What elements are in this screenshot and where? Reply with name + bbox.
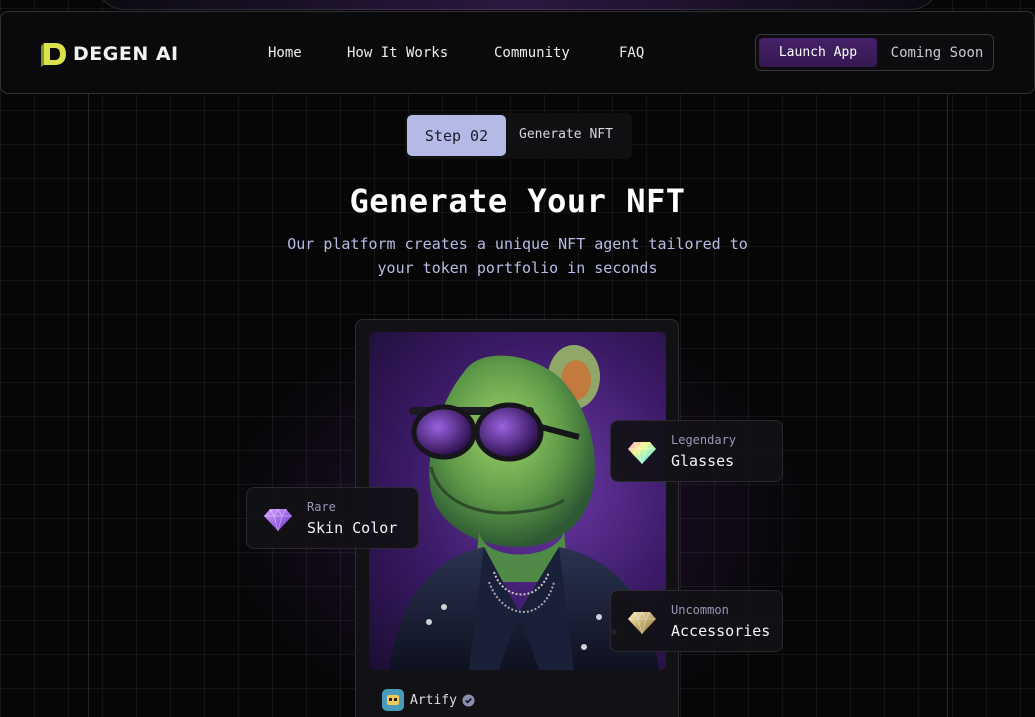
verified-badge-icon — [462, 693, 475, 707]
top-decoration — [95, 0, 940, 10]
nav-button-group: Launch App Coming Soon — [755, 34, 994, 71]
creator-name: Artify — [410, 692, 457, 708]
trait-rarity: Rare — [307, 499, 336, 514]
trait-name: Skin Color — [307, 518, 398, 537]
trait-chip-skin-color[interactable]: Rare Skin Color — [246, 487, 419, 549]
coming-soon-button[interactable]: Coming Soon — [884, 38, 990, 67]
trait-chip-glasses[interactable]: Legendary Glasses — [610, 420, 783, 482]
nav-link-home[interactable]: Home — [268, 45, 302, 61]
diamond-rainbow-icon — [628, 441, 656, 465]
logo-icon — [41, 43, 66, 67]
robot-avatar-icon — [387, 695, 399, 705]
step-indicator: Step 02 Generate NFT — [405, 113, 632, 159]
nav-link-community[interactable]: Community — [494, 45, 570, 61]
launch-app-button[interactable]: Launch App — [759, 38, 877, 67]
page-title: Generate Your NFT — [349, 182, 686, 220]
nav-link-how-it-works[interactable]: How It Works — [347, 45, 448, 61]
step-badge: Step 02 — [407, 115, 506, 156]
brand-name: DEGEN AI — [73, 43, 179, 65]
trait-rarity: Uncommon — [671, 602, 729, 617]
creator-info[interactable]: Artify — [382, 689, 475, 711]
trait-rarity: Legendary — [671, 432, 737, 447]
trait-name: Glasses — [671, 451, 735, 470]
landing-page: DEGEN AI Home How It Works Community FAQ… — [0, 0, 1035, 717]
navbar: DEGEN AI Home How It Works Community FAQ… — [0, 11, 1035, 94]
logo[interactable]: DEGEN AI — [41, 40, 179, 68]
trait-chip-accessories[interactable]: Uncommon Accessories — [610, 590, 783, 652]
page-subtitle: Our platform creates a unique NFT agent … — [287, 235, 748, 277]
nav-link-faq[interactable]: FAQ — [619, 45, 644, 61]
diamond-purple-icon — [264, 508, 292, 532]
trait-name: Accessories — [671, 621, 771, 640]
creator-avatar — [382, 689, 404, 711]
step-label: Generate NFT — [519, 127, 613, 142]
diamond-gold-icon — [628, 611, 656, 635]
